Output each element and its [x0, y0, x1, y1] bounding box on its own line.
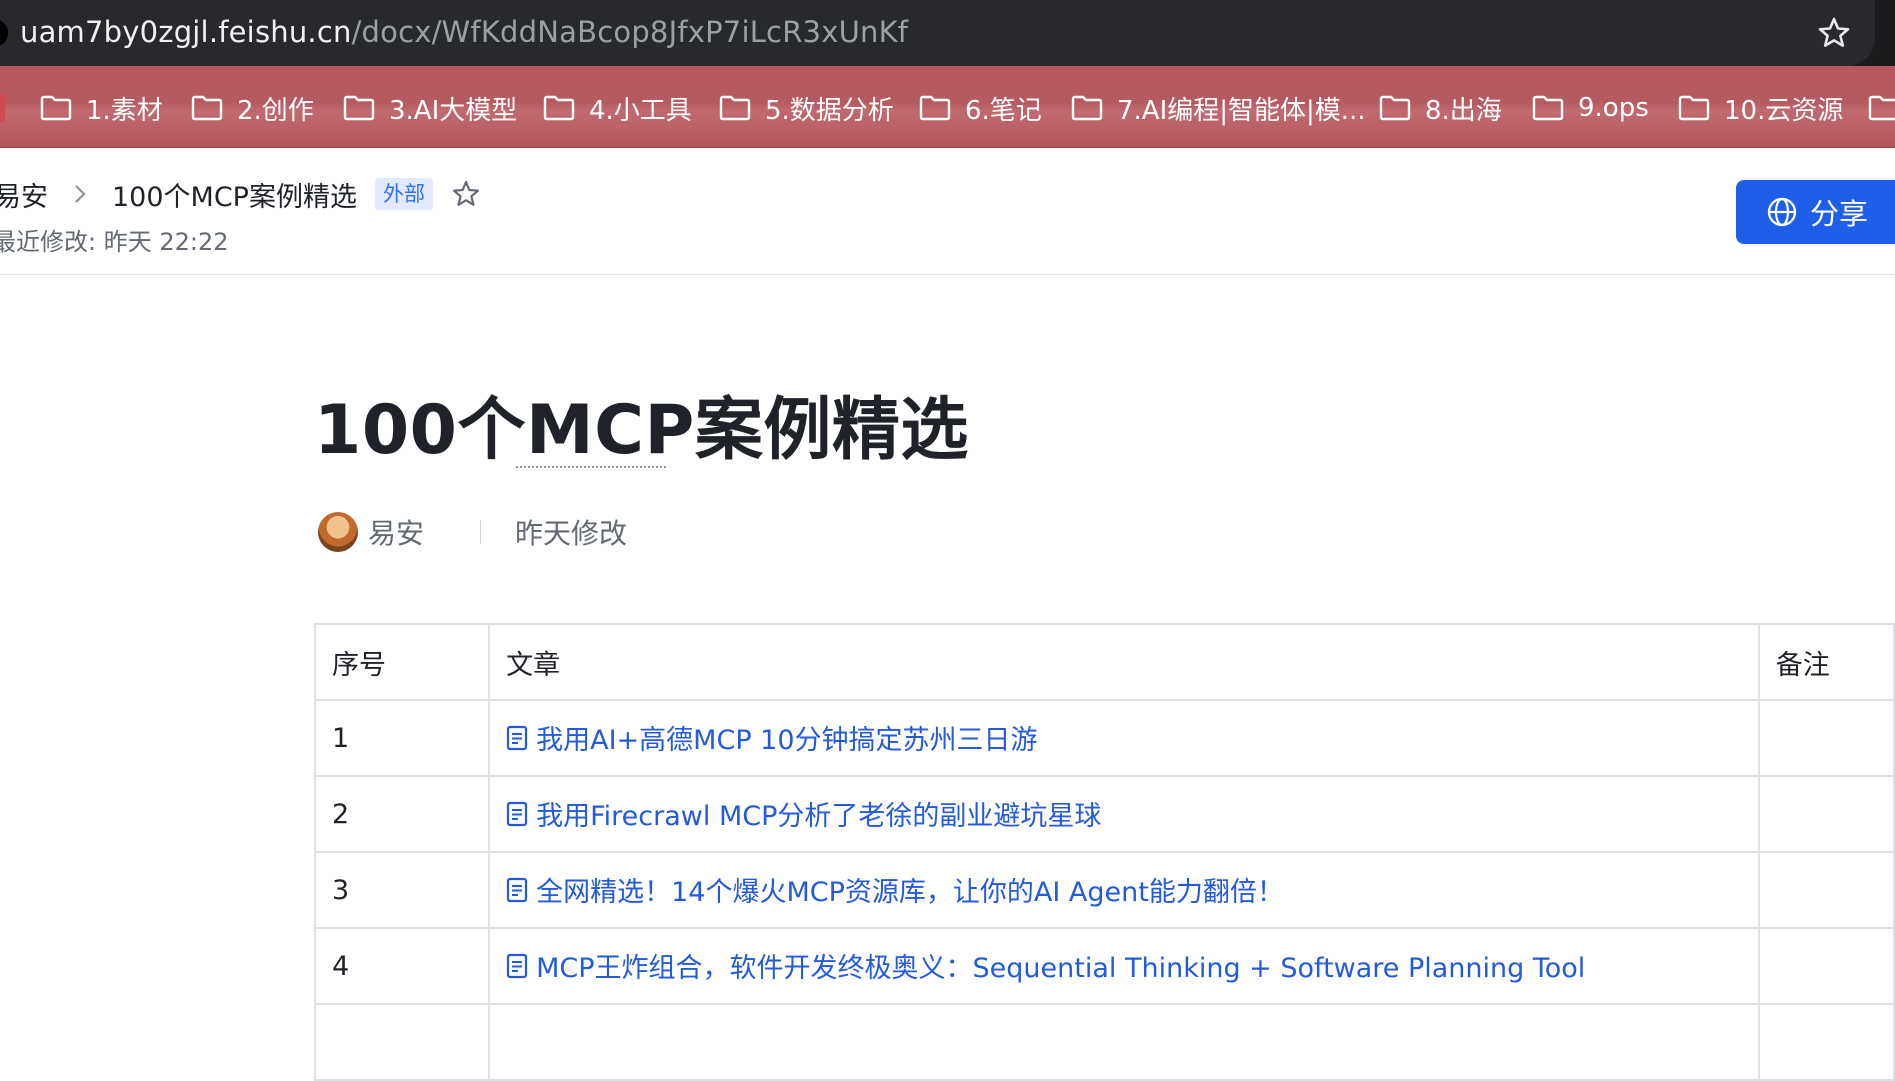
- external-badge: 外部: [374, 178, 433, 210]
- bookmarks-bar: 1.素材 2.创作 3.AI大模型 4.小工具 5.数据分析 6.笔记 7.AI…: [0, 66, 1895, 148]
- bookmark-folder-5[interactable]: 5.数据分析: [719, 88, 894, 128]
- row-notes[interactable]: [1757, 927, 1895, 1005]
- breadcrumb-current[interactable]: 100个MCP案例精选: [112, 175, 357, 214]
- article-title: 我用AI+高德MCP 10分钟搞定苏州三日游: [536, 725, 1038, 757]
- article-title: 我用Firecrawl MCP分析了老徐的副业避坑星球: [536, 801, 1102, 833]
- share-label: 分享: [1810, 197, 1869, 231]
- bookmark-folder-9[interactable]: 9.ops: [1532, 88, 1649, 128]
- row-notes[interactable]: [1757, 1003, 1895, 1081]
- row-article-cell: MCP王炸组合，软件开发终极奥义：Sequential Thinking + S…: [488, 927, 1760, 1005]
- table-header-index: 序号: [313, 623, 491, 701]
- article-link[interactable]: 全网精选！14个爆火MCP资源库，让你的AI Agent能力翻倍！: [506, 870, 1284, 909]
- row-index: [313, 1003, 491, 1081]
- row-article-cell: 我用Firecrawl MCP分析了老徐的副业避坑星球: [488, 775, 1760, 853]
- breadcrumb: 易安 100个MCP案例精选 外部: [0, 174, 481, 214]
- breadcrumb-root[interactable]: 易安: [0, 175, 48, 214]
- divider: [480, 520, 482, 544]
- folder-icon: [40, 95, 72, 121]
- row-article-cell: [488, 1003, 1760, 1081]
- table-row: 2 我用Firecrawl MCP分析了老徐的副业避坑星球: [313, 775, 1895, 853]
- document-icon: [507, 877, 528, 902]
- folder-icon: [543, 95, 575, 121]
- row-article-cell: 我用AI+高德MCP 10分钟搞定苏州三日游: [488, 699, 1760, 777]
- row-index: 1: [313, 699, 491, 777]
- bookmark-label: 5.数据分析: [765, 95, 894, 126]
- bookmark-label: 1.素材: [86, 95, 163, 126]
- bookmark-label: 3.AI大模型: [389, 95, 518, 126]
- address-bar[interactable]: uam7by0zgjl.feishu.cn/docx/WfKddNaBcop8J…: [0, 0, 1875, 66]
- folder-icon: [1379, 95, 1411, 121]
- bookmark-label: 9.ops: [1578, 93, 1649, 123]
- document-icon: [507, 953, 528, 978]
- row-article-cell: 全网精选！14个爆火MCP资源库，让你的AI Agent能力翻倍！: [488, 851, 1760, 929]
- bookmark-folder-1[interactable]: 1.素材: [40, 88, 163, 128]
- bookmark-label: 7.AI编程|智能体|模...: [1117, 95, 1366, 126]
- article-link[interactable]: 我用Firecrawl MCP分析了老徐的副业避坑星球: [506, 794, 1101, 833]
- bookmark-folder-2[interactable]: 2.创作: [191, 88, 314, 128]
- folder-icon: [343, 95, 375, 121]
- bookmark-label: 10.云资源: [1724, 95, 1844, 126]
- bookmark-label: 2.创作: [237, 95, 314, 126]
- document-icon: [507, 725, 528, 750]
- site-info-icon[interactable]: [0, 20, 8, 46]
- bookmark-label: 8.出海: [1425, 95, 1502, 126]
- spellcheck-underline: [516, 466, 666, 468]
- row-index: 4: [313, 927, 491, 1005]
- bookmark-folder-8[interactable]: 8.出海: [1379, 88, 1502, 128]
- author-name[interactable]: 易安: [368, 512, 424, 552]
- table-header-row: 序号 文章 备注: [313, 623, 1895, 701]
- row-notes[interactable]: [1757, 775, 1895, 853]
- table-row-partial: [313, 1003, 1895, 1081]
- bookmark-folder-overflow[interactable]: [1868, 88, 1895, 128]
- share-button[interactable]: 分享: [1736, 180, 1895, 244]
- favorite-star-icon[interactable]: [451, 179, 481, 209]
- bookmark-label: 6.笔记: [965, 95, 1042, 126]
- folder-icon: [919, 95, 951, 121]
- article-table: 序号 文章 备注 1 我用AI+高德MCP 10分钟搞定苏州三日游 2 我用Fi…: [313, 623, 1895, 1081]
- folder-icon: [1071, 95, 1103, 121]
- doc-title[interactable]: 100个MCP案例精选: [314, 388, 969, 474]
- folder-icon: [1868, 95, 1895, 121]
- bookmark-label: 4.小工具: [589, 95, 692, 126]
- article-title: MCP王炸组合，软件开发终极奥义：Sequential Thinking + S…: [536, 953, 1586, 985]
- bookmark-folder-6[interactable]: 6.笔记: [919, 88, 1042, 128]
- row-notes[interactable]: [1757, 851, 1895, 929]
- table-row: 3 全网精选！14个爆火MCP资源库，让你的AI Agent能力翻倍！: [313, 851, 1895, 929]
- article-link[interactable]: MCP王炸组合，软件开发终极奥义：Sequential Thinking + S…: [506, 946, 1585, 985]
- bookmark-edge-marker: [0, 94, 5, 122]
- article-link[interactable]: 我用AI+高德MCP 10分钟搞定苏州三日游: [506, 718, 1038, 757]
- address-bar-container: uam7by0zgjl.feishu.cn/docx/WfKddNaBcop8J…: [0, 0, 1895, 66]
- row-notes[interactable]: [1757, 699, 1895, 777]
- globe-icon: [1767, 197, 1797, 227]
- last-modified-text: 最近修改: 昨天 22:22: [0, 228, 229, 256]
- folder-icon: [1532, 95, 1564, 121]
- bookmark-folder-3[interactable]: 3.AI大模型: [343, 88, 517, 128]
- bookmark-folder-4[interactable]: 4.小工具: [543, 88, 692, 128]
- article-title: 全网精选！14个爆火MCP资源库，让你的AI Agent能力翻倍！: [536, 877, 1284, 909]
- table-row: 4 MCP王炸组合，软件开发终极奥义：Sequential Thinking +…: [313, 927, 1895, 1005]
- url-host: uam7by0zgjl.feishu.cn: [20, 15, 352, 49]
- row-index: 2: [313, 775, 491, 853]
- table-row: 1 我用AI+高德MCP 10分钟搞定苏州三日游: [313, 699, 1895, 777]
- author-row: 易安 昨天修改: [318, 510, 627, 554]
- url-path: /docx/WfKddNaBcop8JfxP7iLcR3xUnKf: [351, 15, 909, 49]
- folder-icon: [191, 95, 223, 121]
- doc-header: 易安 100个MCP案例精选 外部 最近修改: 昨天 22:22 分享: [0, 148, 1895, 275]
- bookmark-folder-7[interactable]: 7.AI编程|智能体|模...: [1071, 88, 1366, 128]
- url-text[interactable]: uam7by0zgjl.feishu.cn/docx/WfKddNaBcop8J…: [20, 12, 908, 52]
- folder-icon: [1678, 95, 1710, 121]
- edit-time: 昨天修改: [515, 517, 628, 550]
- row-index: 3: [313, 851, 491, 929]
- avatar[interactable]: [318, 512, 358, 552]
- chevron-right-icon: [72, 183, 88, 205]
- bookmark-folder-10[interactable]: 10.云资源: [1678, 88, 1843, 128]
- folder-icon: [719, 95, 751, 121]
- table-header-notes: 备注: [1757, 623, 1895, 701]
- document-icon: [507, 801, 528, 826]
- table-header-article: 文章: [488, 623, 1760, 701]
- bookmark-star-icon[interactable]: [1814, 13, 1854, 53]
